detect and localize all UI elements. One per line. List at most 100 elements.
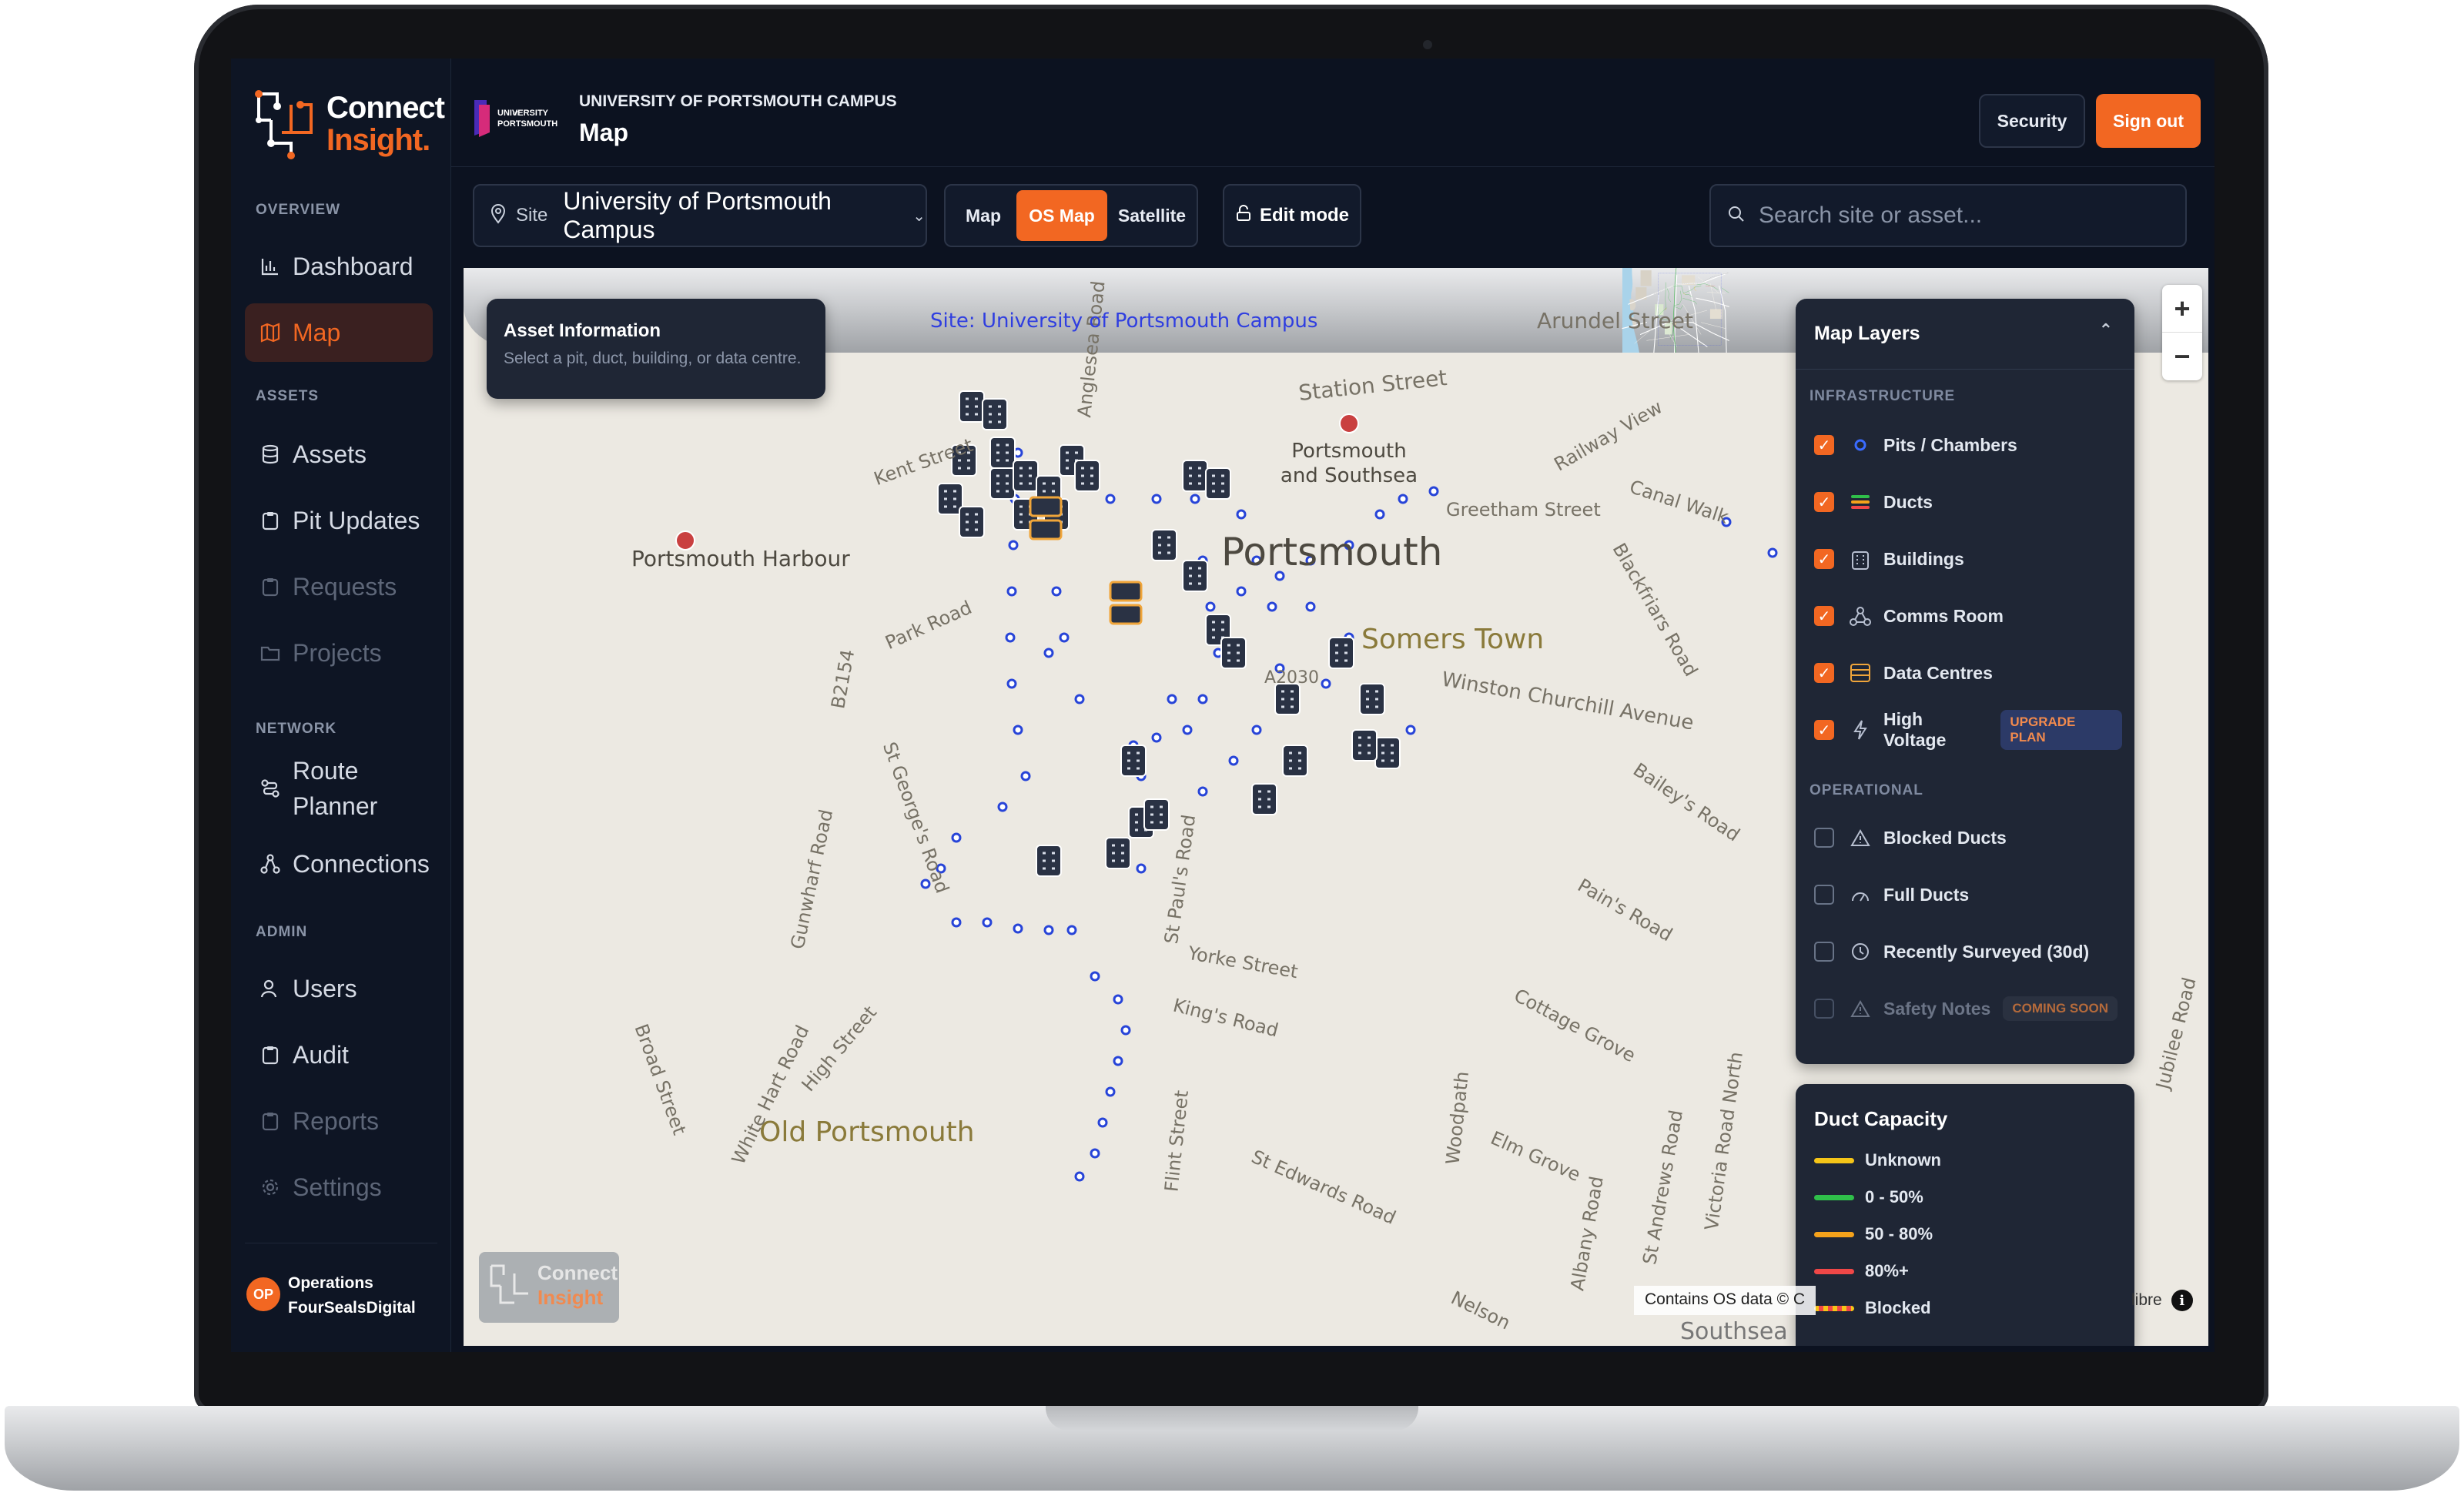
pit-marker[interactable] [1151, 494, 1162, 504]
search-input[interactable] [1757, 202, 2158, 229]
pit-marker[interactable] [951, 832, 962, 843]
sidebar-item-requests[interactable]: Requests [245, 557, 433, 616]
layer-high-voltage[interactable]: ✓ High Voltage UPGRADE PLAN [1814, 709, 2122, 750]
data-centre-marker[interactable] [1109, 604, 1143, 625]
layer-ducts[interactable]: ✓ Ducts [1814, 485, 2122, 519]
pit-marker[interactable] [1197, 694, 1208, 704]
building-marker[interactable] [1182, 560, 1208, 592]
building-marker[interactable] [1359, 683, 1385, 715]
data-centre-marker[interactable] [1029, 496, 1063, 517]
pit-marker[interactable] [1190, 494, 1200, 504]
building-marker[interactable] [1220, 637, 1247, 669]
pit-marker[interactable] [1006, 586, 1017, 597]
building-marker[interactable] [982, 398, 1008, 430]
sidebar-item-audit[interactable]: Audit [245, 1026, 433, 1084]
pit-marker[interactable] [1167, 694, 1177, 704]
zoom-out-button[interactable]: − [2162, 333, 2202, 380]
layer-recently-surveyed[interactable]: Recently Surveyed (30d) [1814, 935, 2122, 969]
checkbox-unchecked[interactable] [1814, 828, 1834, 848]
checkbox-checked[interactable]: ✓ [1814, 663, 1834, 683]
pit-marker[interactable] [1051, 586, 1062, 597]
building-marker[interactable] [1013, 460, 1039, 492]
layer-pits-chambers[interactable]: ✓ Pits / Chambers [1814, 428, 2122, 462]
pit-marker[interactable] [1013, 923, 1023, 934]
building-marker[interactable] [1282, 745, 1308, 777]
sidebar-item-route-planner[interactable]: Route Planner [245, 748, 433, 828]
pit-marker[interactable] [1074, 1171, 1085, 1182]
building-marker[interactable] [1205, 467, 1231, 500]
pit-marker[interactable] [1008, 540, 1019, 551]
sidebar-item-reports[interactable]: Reports [245, 1092, 433, 1150]
info-icon[interactable]: i [2171, 1290, 2193, 1311]
zoom-in-button[interactable]: + [2162, 285, 2202, 333]
pit-marker[interactable] [1197, 786, 1208, 797]
brand-logo[interactable]: Connect Insight. [254, 82, 447, 166]
data-centre-marker[interactable] [1029, 519, 1063, 540]
sidebar-item-projects[interactable]: Projects [245, 624, 433, 682]
security-button[interactable]: Security [1979, 94, 2085, 148]
building-marker[interactable] [959, 506, 985, 538]
chevron-up-icon[interactable]: ⌃ [2099, 320, 2113, 340]
pit-marker[interactable] [1305, 601, 1316, 612]
checkbox-checked[interactable]: ✓ [1814, 720, 1834, 740]
sidebar-item-pit-updates[interactable]: Pit Updates [245, 491, 433, 550]
map-canvas[interactable]: Portsmouth Harbour Portsmouth Portsmouth… [464, 268, 2208, 1346]
pit-marker[interactable] [1005, 632, 1016, 643]
building-marker[interactable] [1274, 683, 1301, 715]
building-marker[interactable] [1182, 460, 1208, 492]
building-marker[interactable] [1036, 845, 1062, 877]
map-pin-marker[interactable] [1339, 413, 1359, 433]
upgrade-plan-badge[interactable]: UPGRADE PLAN [2000, 710, 2122, 750]
checkbox-checked[interactable]: ✓ [1814, 492, 1834, 512]
pit-marker[interactable] [982, 917, 993, 928]
pit-marker[interactable] [1236, 509, 1247, 520]
layer-buildings[interactable]: ✓ Buildings [1814, 542, 2122, 576]
pit-marker[interactable] [1066, 925, 1077, 935]
pit-marker[interactable] [1074, 694, 1085, 704]
pit-marker[interactable] [1251, 725, 1262, 735]
user-profile[interactable]: OP Operations FourSealsDigital [245, 1243, 437, 1327]
pit-marker[interactable] [1321, 678, 1331, 689]
pit-marker[interactable] [1398, 494, 1408, 504]
pit-marker[interactable] [951, 917, 962, 928]
map-mode-os-map[interactable]: OS Map [1016, 190, 1107, 241]
pit-marker[interactable] [1059, 632, 1070, 643]
layer-blocked-ducts[interactable]: Blocked Ducts [1814, 821, 2122, 855]
sidebar-item-assets[interactable]: Assets [245, 425, 433, 484]
pit-marker[interactable] [1136, 863, 1147, 874]
pit-marker[interactable] [1228, 755, 1239, 766]
site-select[interactable]: Site University of Portsmouth Campus ⌄ [473, 184, 927, 247]
checkbox-unchecked[interactable] [1814, 942, 1834, 962]
building-marker[interactable] [1143, 798, 1170, 831]
pit-marker[interactable] [1043, 925, 1054, 935]
building-marker[interactable] [1328, 637, 1354, 669]
pit-marker[interactable] [1120, 1025, 1131, 1036]
layer-data-centres[interactable]: ✓ Data Centres [1814, 656, 2122, 690]
sidebar-item-dashboard[interactable]: Dashboard [245, 237, 433, 296]
pit-marker[interactable] [1113, 1056, 1123, 1066]
building-marker[interactable] [1105, 837, 1131, 869]
pit-marker[interactable] [1236, 586, 1247, 597]
checkbox-checked[interactable]: ✓ [1814, 606, 1834, 626]
pit-marker[interactable] [1428, 486, 1439, 497]
sidebar-item-map[interactable]: Map [245, 303, 433, 362]
edit-mode-button[interactable]: Edit mode [1223, 184, 1361, 247]
map-mode-map[interactable]: Map [950, 190, 1016, 241]
data-centre-marker[interactable] [1109, 581, 1143, 602]
pit-marker[interactable] [1105, 1086, 1116, 1097]
pit-marker[interactable] [1405, 725, 1416, 735]
map-mode-satellite[interactable]: Satellite [1109, 190, 1195, 241]
pit-marker[interactable] [1205, 601, 1216, 612]
layer-full-ducts[interactable]: Full Ducts [1814, 878, 2122, 912]
sidebar-item-users[interactable]: Users [245, 959, 433, 1018]
checkbox-checked[interactable]: ✓ [1814, 549, 1834, 569]
sidebar-item-connections[interactable]: Connections [245, 835, 433, 893]
sidebar-item-settings[interactable]: Settings [245, 1158, 433, 1217]
layer-comms-room[interactable]: ✓ Comms Room [1814, 599, 2122, 633]
building-marker[interactable] [959, 390, 985, 423]
pit-marker[interactable] [997, 802, 1008, 812]
pit-marker[interactable] [1090, 971, 1100, 982]
building-marker[interactable] [989, 437, 1016, 469]
building-marker[interactable] [1351, 729, 1378, 761]
pit-marker[interactable] [1151, 732, 1162, 743]
